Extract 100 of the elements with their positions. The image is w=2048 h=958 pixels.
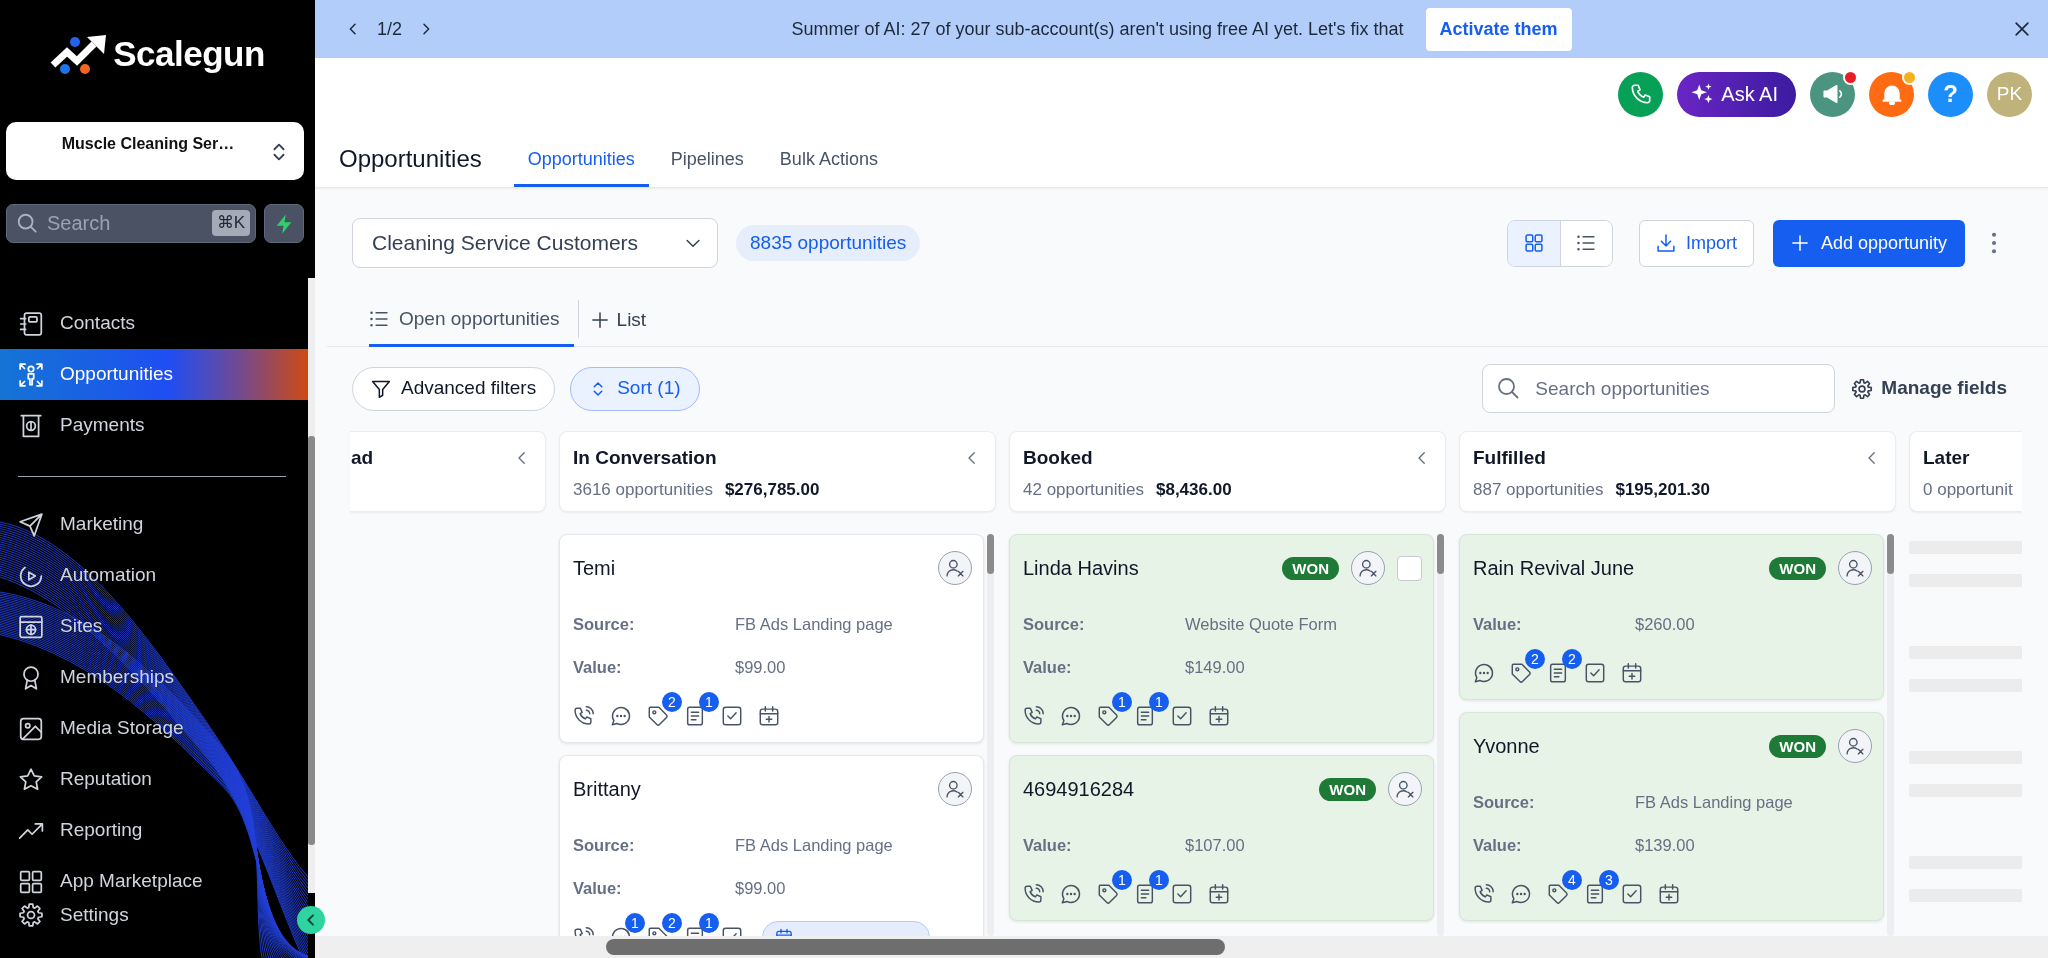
chat-icon[interactable] [1510, 883, 1532, 905]
count-badge: 3 [1599, 870, 1619, 890]
bell-icon [1880, 83, 1903, 105]
add-list-button[interactable]: List [590, 305, 647, 335]
banner-message: Summer of AI: 27 of your sub-account(s) aren't using free AI yet. Let's fix that [791, 17, 1404, 41]
user-remove-icon [1358, 558, 1378, 578]
tag-icon[interactable] [1097, 705, 1119, 727]
pipeline-select[interactable]: Cleaning Service Customers [352, 218, 718, 268]
task-check-icon[interactable] [1621, 883, 1643, 905]
horizontal-scrollbar[interactable] [315, 936, 2048, 958]
quick-actions-button[interactable] [264, 204, 304, 243]
opportunity-count: 42 opportunities [1023, 479, 1144, 501]
opportunity-card[interactable]: 4694916284 WON Value: $107.00 1 1 [1009, 755, 1434, 921]
advanced-filters-button[interactable]: Advanced filters [352, 366, 556, 411]
add-opportunity-button[interactable]: Add opportunity [1772, 219, 1965, 267]
sidebar-item[interactable]: Marketing [0, 499, 308, 550]
chat-icon[interactable] [1060, 705, 1082, 727]
tag-icon[interactable] [1097, 883, 1119, 905]
opportunity-card[interactable]: Brittany Source: FB Ads Landing page Value: $99.00 1 2 1 [559, 755, 984, 936]
task-check-icon[interactable] [721, 705, 743, 727]
task-check-icon[interactable] [1171, 883, 1193, 905]
field-label: Source: [573, 835, 636, 857]
column-title: Fulfilled [1473, 446, 1546, 470]
sidebar-item[interactable]: Settings [0, 895, 141, 935]
sidebar-item[interactable]: Sites [0, 601, 308, 652]
assign-user-button[interactable] [1388, 772, 1422, 806]
ask-ai-button[interactable]: Ask AI [1677, 71, 1796, 117]
import-button[interactable]: Import [1638, 219, 1754, 267]
chat-icon[interactable] [1060, 883, 1082, 905]
user-remove-icon [1845, 558, 1865, 578]
sidebar-scrollbar[interactable] [308, 278, 315, 893]
account-switcher[interactable]: Muscle Cleaning Ser… [6, 122, 304, 180]
calendar-plus-icon[interactable] [1621, 662, 1643, 684]
phone-icon[interactable] [573, 705, 595, 727]
tab[interactable]: Opportunities [513, 130, 649, 187]
calendar-plus-icon[interactable] [758, 705, 780, 727]
contact-name: Rain Revival June [1473, 556, 1636, 581]
phone-icon[interactable] [1023, 883, 1045, 905]
announcements-button[interactable] [1810, 71, 1855, 117]
sidebar-item[interactable]: App Marketplace [0, 856, 308, 895]
opportunity-card[interactable]: Rain Revival June WON Value: $260.00 2 2 [1459, 534, 1884, 700]
contact-name: Linda Havins [1023, 556, 1140, 581]
assign-user-button[interactable] [1838, 729, 1872, 763]
sidebar-item[interactable]: Opportunities [0, 349, 308, 400]
scrollbar-thumb[interactable] [308, 436, 315, 845]
opportunity-card[interactable]: Yvonne WON Source: FB Ads Landing page Value: $139.00 4 3 [1459, 712, 1884, 921]
calendar-plus-icon[interactable] [1208, 883, 1230, 905]
opportunity-count: 887 opportunities [1473, 479, 1604, 501]
phone-icon[interactable] [1473, 883, 1495, 905]
tag-icon[interactable] [1547, 883, 1569, 905]
close-icon[interactable] [2012, 19, 2032, 39]
manage-fields-button[interactable]: Manage fields [1851, 374, 2007, 403]
view-tab[interactable]: Open opportunities [369, 294, 574, 347]
chat-icon[interactable] [1473, 662, 1495, 684]
phone-button[interactable] [1618, 71, 1664, 117]
tag-icon[interactable] [647, 705, 669, 727]
assign-user-button[interactable] [1351, 551, 1385, 585]
note-icon[interactable] [684, 705, 706, 727]
note-icon[interactable] [1584, 883, 1606, 905]
sidebar-item[interactable]: Contacts [0, 298, 308, 349]
phone-icon[interactable] [1023, 705, 1045, 727]
scrollbar-thumb[interactable] [1887, 534, 1894, 574]
note-icon[interactable] [1134, 705, 1156, 727]
sidebar-item[interactable]: Payments [0, 400, 308, 451]
field-label: Source: [1473, 792, 1536, 814]
note-icon[interactable] [1547, 662, 1569, 684]
column-scrollbar[interactable] [987, 534, 994, 936]
tab[interactable]: Pipelines [656, 130, 758, 187]
board-view-button[interactable] [1507, 220, 1560, 266]
sidebar-item[interactable]: Reporting [0, 805, 308, 856]
column-scrollbar[interactable] [1887, 534, 1894, 936]
scrollbar-thumb[interactable] [606, 939, 1225, 955]
select-checkbox[interactable] [1397, 555, 1422, 581]
activate-button[interactable]: Activate them [1425, 7, 1572, 51]
assign-user-button[interactable] [938, 551, 972, 585]
contact-name: Temi [573, 556, 617, 581]
assign-user-button[interactable] [1838, 551, 1872, 585]
count-badge: 1 [1112, 692, 1132, 712]
calendar-plus-icon[interactable] [1208, 705, 1230, 727]
scrollbar-thumb[interactable] [987, 534, 994, 574]
opportunity-card[interactable]: Linda Havins WON Source: Website Quote Form Value: $149.00 1 1 [1009, 534, 1434, 743]
tag-icon[interactable] [1510, 662, 1532, 684]
chat-icon[interactable] [610, 705, 632, 727]
settings-icon [1851, 377, 1874, 400]
assign-user-button[interactable] [938, 772, 972, 806]
note-icon[interactable] [1134, 883, 1156, 905]
task-check-icon[interactable] [1171, 705, 1193, 727]
sidebar-item[interactable]: Memberships [0, 652, 308, 703]
tab[interactable]: Bulk Actions [765, 130, 892, 187]
opportunity-card[interactable]: Temi Source: FB Ads Landing page Value: $99.00 2 1 [559, 534, 984, 743]
status-badge: WON [1282, 556, 1339, 580]
task-check-icon[interactable] [1584, 662, 1606, 684]
notifications-button[interactable] [1869, 71, 1914, 117]
sidebar-item[interactable]: Reputation [0, 754, 308, 805]
column-scrollbar[interactable] [1437, 534, 1444, 936]
sort-button[interactable]: Sort (1) [570, 366, 700, 411]
opportunity-count: 0 opportunit [1923, 479, 2013, 501]
calendar-plus-icon[interactable] [1658, 883, 1680, 905]
scrollbar-thumb[interactable] [1437, 534, 1444, 574]
list-view-button[interactable] [1559, 220, 1612, 266]
